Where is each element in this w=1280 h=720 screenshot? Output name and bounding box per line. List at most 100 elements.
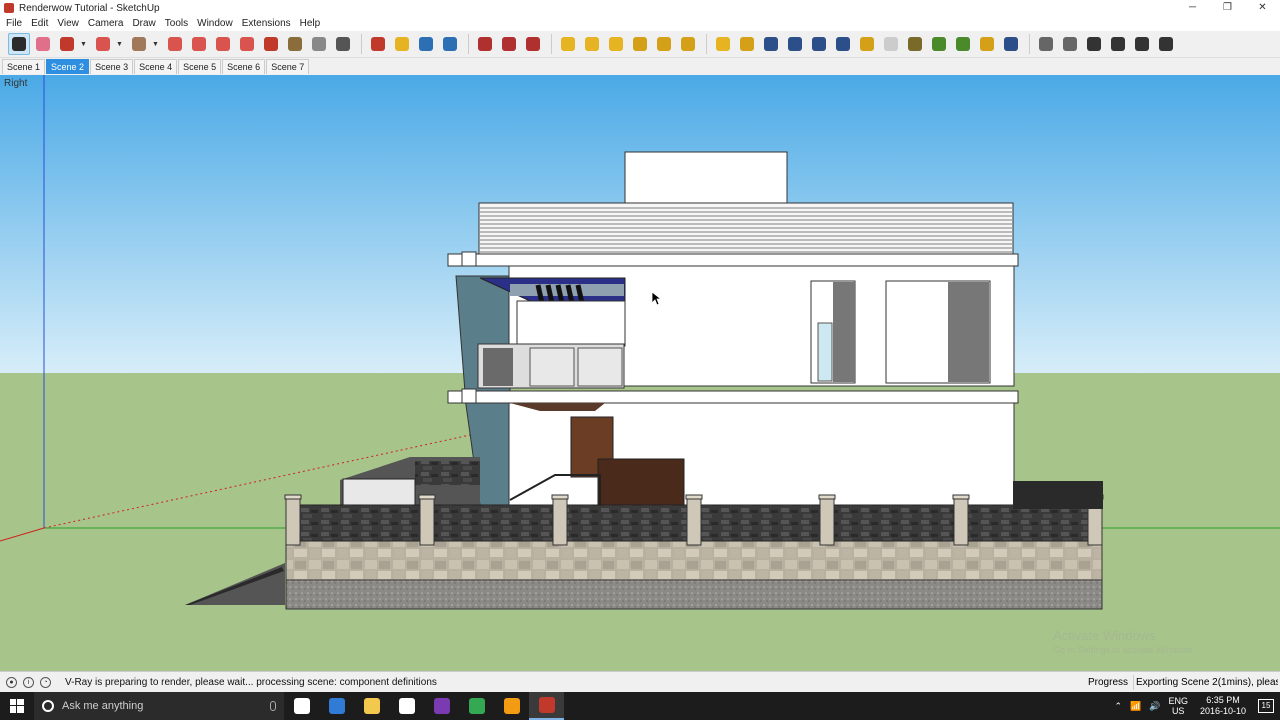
- pencil-tool-button[interactable]: [56, 33, 78, 55]
- paint-bucket-tool-button[interactable]: [332, 33, 354, 55]
- menu-file[interactable]: File: [6, 18, 22, 29]
- upper-slab: [447, 253, 1019, 267]
- chrome-taskbar-button[interactable]: [459, 692, 494, 720]
- vray-batch-render-tool-button[interactable]: [808, 33, 830, 55]
- vray-rt-render-tool-button[interactable]: [784, 33, 806, 55]
- warehouse-tool-button[interactable]: [474, 33, 496, 55]
- scene-tabs: Scene 1 Scene 2 Scene 3 Scene 4 Scene 5 …: [0, 58, 1280, 74]
- vray-sphere-small-tool-button[interactable]: [880, 33, 902, 55]
- network-icon[interactable]: 📶: [1130, 701, 1141, 712]
- menu-camera[interactable]: Camera: [88, 18, 124, 29]
- vray-pause-tool-button[interactable]: [1000, 33, 1022, 55]
- clock[interactable]: 6:35 PM 2016-10-10: [1200, 695, 1246, 717]
- sketchup-icon: [538, 697, 555, 713]
- views-right-tool-button[interactable]: [1107, 33, 1129, 55]
- tab-scene-6[interactable]: Scene 6: [222, 59, 266, 74]
- chevron-down-icon[interactable]: ▼: [152, 41, 160, 48]
- components-tool-button[interactable]: [498, 33, 520, 55]
- views-iso-tool-button[interactable]: [1035, 33, 1057, 55]
- tab-scene-2[interactable]: Scene 2: [46, 59, 90, 74]
- model-viewport[interactable]: Right: [0, 75, 1280, 671]
- vray-sphere-tool-button[interactable]: [557, 33, 579, 55]
- store-taskbar-button[interactable]: [389, 692, 424, 720]
- tape-measure-tool-button[interactable]: [284, 33, 306, 55]
- input-language[interactable]: ENG US: [1168, 696, 1188, 716]
- text-tool-button[interactable]: [308, 33, 330, 55]
- tab-scene-3[interactable]: Scene 3: [90, 59, 134, 74]
- user-account-icon[interactable]: ◔: [40, 676, 51, 688]
- menu-view[interactable]: View: [57, 18, 79, 29]
- vray-sun-tool-button[interactable]: [976, 33, 998, 55]
- tab-scene-5[interactable]: Scene 5: [178, 59, 222, 74]
- arc-tool-button[interactable]: [92, 33, 114, 55]
- pan-tool-button[interactable]: [391, 33, 413, 55]
- tray-chevron-icon[interactable]: ⌃: [1114, 701, 1122, 712]
- views-left-tool-button[interactable]: [1155, 33, 1177, 55]
- views-back-tool-button[interactable]: [1131, 33, 1153, 55]
- start-button[interactable]: [0, 692, 34, 720]
- task-view-taskbar-button[interactable]: [284, 692, 319, 720]
- menu-help[interactable]: Help: [300, 18, 321, 29]
- vray-fur-tool-button[interactable]: [904, 33, 926, 55]
- purple-app-taskbar-button[interactable]: [424, 692, 459, 720]
- select-tool-button[interactable]: [8, 33, 30, 55]
- views-top-tool-button[interactable]: [1059, 33, 1081, 55]
- microphone-icon[interactable]: [270, 701, 276, 711]
- vray-render-tool-button[interactable]: [760, 33, 782, 55]
- vray-material-editor-tool-button[interactable]: [712, 33, 734, 55]
- notification-center-icon[interactable]: 15: [1258, 699, 1274, 713]
- maximize-button[interactable]: ❐: [1210, 0, 1245, 16]
- cortana-search[interactable]: Ask me anything: [34, 692, 284, 720]
- sketchup-taskbar-button[interactable]: [529, 692, 564, 720]
- menu-edit[interactable]: Edit: [31, 18, 48, 29]
- rotate-tool-button[interactable]: [236, 33, 258, 55]
- tab-scene-4[interactable]: Scene 4: [134, 59, 178, 74]
- status-message: V-Ray is preparing to render, please wai…: [65, 676, 437, 688]
- eraser-tool-button[interactable]: [32, 33, 54, 55]
- lang-code: ENG: [1168, 696, 1188, 706]
- edge-taskbar-button[interactable]: [319, 692, 354, 720]
- move-tool-button[interactable]: [212, 33, 234, 55]
- vray-frame-buffer-tool-button[interactable]: [856, 33, 878, 55]
- menu-window[interactable]: Window: [197, 18, 233, 29]
- vray-ies-light-tool-button[interactable]: [605, 33, 627, 55]
- minimize-button[interactable]: ─: [1175, 0, 1210, 16]
- window-1-shade: [833, 282, 855, 382]
- vray-dome-light-icon: [657, 37, 671, 51]
- orange-app-taskbar-button[interactable]: [494, 692, 529, 720]
- volume-icon[interactable]: 🔊: [1149, 701, 1160, 712]
- vray-options-tool-button[interactable]: [736, 33, 758, 55]
- follow-me-tool-button[interactable]: [188, 33, 210, 55]
- orbit-tool-button[interactable]: [367, 33, 389, 55]
- extension-warehouse-tool-button[interactable]: [522, 33, 544, 55]
- chevron-down-icon[interactable]: ▼: [80, 41, 88, 48]
- views-front-tool-button[interactable]: [1083, 33, 1105, 55]
- vray-mesh-light-tool-button[interactable]: [677, 33, 699, 55]
- clock-date: 2016-10-10: [1199, 706, 1246, 716]
- select-icon: [12, 37, 26, 51]
- activation-watermark: Activate Windows: [1053, 628, 1156, 643]
- vray-spot-light-tool-button[interactable]: [581, 33, 603, 55]
- vray-proxy-tool-button[interactable]: [928, 33, 950, 55]
- vray-export-proxy-tool-button[interactable]: [952, 33, 974, 55]
- rectangle-tool-button[interactable]: [128, 33, 150, 55]
- chevron-down-icon[interactable]: ▼: [116, 41, 124, 48]
- menu-extensions[interactable]: Extensions: [242, 18, 291, 29]
- geo-location-icon[interactable]: ●: [6, 676, 17, 688]
- vray-help-tool-button[interactable]: [832, 33, 854, 55]
- scale-tool-button[interactable]: [260, 33, 282, 55]
- scene-canvas[interactable]: [0, 75, 1280, 671]
- zoom-extents-tool-button[interactable]: [439, 33, 461, 55]
- vray-dome-light-tool-button[interactable]: [653, 33, 675, 55]
- credits-info-icon[interactable]: i: [23, 676, 34, 688]
- zoom-tool-button[interactable]: [415, 33, 437, 55]
- vray-omni-light-tool-button[interactable]: [629, 33, 651, 55]
- file-explorer-taskbar-button[interactable]: [354, 692, 389, 720]
- toolbar-separator: [706, 34, 707, 54]
- close-button[interactable]: ✕: [1245, 0, 1280, 16]
- tab-scene-7[interactable]: Scene 7: [266, 59, 310, 74]
- menu-tools[interactable]: Tools: [165, 18, 188, 29]
- menu-draw[interactable]: Draw: [132, 18, 155, 29]
- tab-scene-1[interactable]: Scene 1: [2, 59, 46, 74]
- push-pull-tool-button[interactable]: [164, 33, 186, 55]
